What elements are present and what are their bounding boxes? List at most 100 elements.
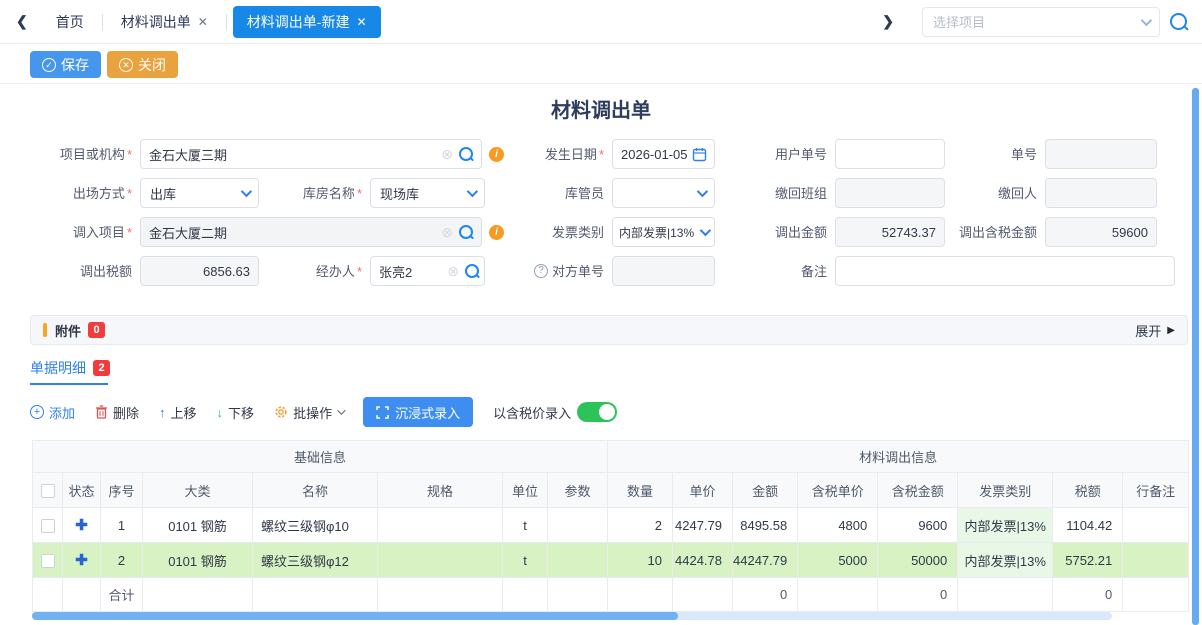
add-row-button[interactable]: + 添加 xyxy=(30,403,75,422)
row-checkbox[interactable] xyxy=(41,519,55,533)
move-up-button[interactable]: ↑ 上移 xyxy=(159,403,197,422)
handler-input-wrap: ⊗ xyxy=(370,256,485,286)
vertical-scrollbar[interactable] xyxy=(1192,88,1199,625)
tab-material-out-new-active[interactable]: 材料调出单-新建 ✕ xyxy=(233,6,381,38)
batch-label: 批操作 xyxy=(293,403,332,422)
cell-invoice-type[interactable]: 内部发票|13% xyxy=(958,508,1053,543)
question-circle-icon[interactable]: ? xyxy=(534,264,548,278)
cell-unit[interactable]: t xyxy=(503,508,548,543)
back-chevron-icon[interactable]: ❮ xyxy=(6,13,38,30)
in-project-input[interactable] xyxy=(141,218,481,246)
cell-row-remark[interactable] xyxy=(1123,508,1189,543)
warehouse-label: 库房名称 xyxy=(266,186,370,201)
user-no-label: 用户单号 xyxy=(748,147,835,162)
info-icon[interactable]: i xyxy=(489,225,504,240)
return-team-input-wrap xyxy=(835,178,945,208)
cell-name[interactable]: 螺纹三级钢φ10 xyxy=(253,508,378,543)
select-all-checkbox[interactable] xyxy=(41,484,55,498)
delete-row-button[interactable]: 删除 xyxy=(95,403,139,422)
tab-close-icon[interactable]: ✕ xyxy=(356,15,366,29)
tab-material-out-list[interactable]: 材料调出单 ✕ xyxy=(103,0,226,44)
warehouse-select[interactable]: 现场库 xyxy=(370,178,485,208)
cell-param[interactable] xyxy=(548,508,608,543)
return-person-label: 缴回人 xyxy=(958,186,1045,201)
tab-detail-lines[interactable]: 单据明细 2 xyxy=(30,358,110,378)
tab-home[interactable]: 首页 xyxy=(38,0,102,44)
invoice-type-select[interactable]: 内部发票|13% xyxy=(612,217,715,247)
table-row-selected: ✚ 2 0101 钢筋 螺纹三级钢φ12 t 10 4424.78 44247.… xyxy=(33,543,1189,578)
cell-param[interactable] xyxy=(548,543,608,578)
expand-button[interactable]: 展开 ▶ xyxy=(1135,321,1175,340)
cell-spec[interactable] xyxy=(378,543,503,578)
project-select[interactable]: 选择项目 xyxy=(922,7,1160,37)
cell-name[interactable]: 螺纹三级钢φ12 xyxy=(253,543,378,578)
out-method-select[interactable]: 出库 xyxy=(140,178,259,208)
cell-tax-price[interactable]: 4800 xyxy=(798,508,878,543)
immersive-entry-button[interactable]: 沉浸式录入 xyxy=(363,397,473,427)
col-header-tax-amount: 含税金额 xyxy=(878,473,958,508)
info-icon[interactable]: i xyxy=(489,147,504,162)
cell-category[interactable]: 0101 钢筋 xyxy=(143,508,253,543)
add-sub-row-icon[interactable]: ✚ xyxy=(75,552,88,569)
search-icon[interactable] xyxy=(1170,13,1188,31)
attachment-bar[interactable]: 附件 0 展开 ▶ xyxy=(30,315,1188,345)
cell-amount[interactable]: 44247.79 xyxy=(733,543,798,578)
clear-icon[interactable]: ⊗ xyxy=(447,264,459,278)
lookup-icon[interactable] xyxy=(465,264,479,278)
project-input[interactable] xyxy=(141,140,481,168)
cell-price[interactable]: 4247.79 xyxy=(673,508,733,543)
clear-icon[interactable]: ⊗ xyxy=(441,147,453,161)
row-checkbox[interactable] xyxy=(41,554,55,568)
cell-qty[interactable]: 2 xyxy=(608,508,673,543)
cell-spec[interactable] xyxy=(378,508,503,543)
batch-operations-button[interactable]: 批操作 xyxy=(274,403,343,422)
cell-invoice-type[interactable]: 内部发票|13% xyxy=(958,543,1053,578)
horizontal-scrollbar-thumb[interactable] xyxy=(32,612,678,620)
col-header-tax-price: 含税单价 xyxy=(798,473,878,508)
cell-row-remark[interactable] xyxy=(1123,543,1189,578)
cell-unit[interactable]: t xyxy=(503,543,548,578)
remark-label: 备注 xyxy=(748,264,835,279)
keeper-label: 库管员 xyxy=(520,186,612,201)
cell-tax-amount[interactable]: 9600 xyxy=(878,508,958,543)
cell-qty[interactable]: 10 xyxy=(608,543,673,578)
total-empty xyxy=(503,578,548,612)
col-header-row-remark: 行备注 xyxy=(1123,473,1189,508)
horizontal-scrollbar-track[interactable] xyxy=(32,612,1112,620)
move-down-button[interactable]: ↓ 下移 xyxy=(217,403,255,422)
cell-category[interactable]: 0101 钢筋 xyxy=(143,543,253,578)
move-up-label: 上移 xyxy=(171,403,197,422)
total-tax: 0 xyxy=(1053,578,1123,612)
return-team-label: 缴回班组 xyxy=(748,186,835,201)
arrow-up-icon: ↑ xyxy=(159,405,166,420)
cell-tax[interactable]: 5752.21 xyxy=(1053,543,1123,578)
remark-input[interactable] xyxy=(836,257,1174,285)
in-project-input-icons: ⊗ xyxy=(441,218,473,246)
lookup-icon[interactable] xyxy=(459,225,473,239)
group-header-basic: 基础信息 xyxy=(33,441,608,473)
clear-icon[interactable]: ⊗ xyxy=(441,225,453,239)
cell-price[interactable]: 4424.78 xyxy=(673,543,733,578)
in-project-input-wrap: ⊗ xyxy=(140,217,482,247)
cell-tax-price[interactable]: 5000 xyxy=(798,543,878,578)
user-no-input[interactable] xyxy=(836,140,944,168)
check-circle-icon: ✓ xyxy=(42,58,56,72)
calendar-icon[interactable] xyxy=(692,147,707,162)
doc-no-label: 单号 xyxy=(958,147,1045,162)
keeper-select[interactable] xyxy=(612,178,715,208)
add-sub-row-icon[interactable]: ✚ xyxy=(75,517,88,534)
tab-close-icon[interactable]: ✕ xyxy=(198,15,208,29)
counterpart-no-input xyxy=(613,257,714,285)
close-button[interactable]: ✕ 关闭 xyxy=(107,51,178,78)
cell-amount[interactable]: 8495.58 xyxy=(733,508,798,543)
forward-chevron-icon[interactable]: ❯ xyxy=(872,13,904,30)
cell-tax[interactable]: 1104.42 xyxy=(1053,508,1123,543)
save-button[interactable]: ✓ 保存 xyxy=(30,51,101,78)
table-group-header-row: 基础信息 材料调出信息 xyxy=(33,441,1189,473)
tax-price-toggle[interactable] xyxy=(577,402,617,422)
lookup-icon[interactable] xyxy=(459,147,473,161)
total-empty xyxy=(378,578,503,612)
cell-tax-amount[interactable]: 50000 xyxy=(878,543,958,578)
field-user-no: 用户单号 xyxy=(748,139,945,169)
detail-tab-underline xyxy=(30,383,108,385)
